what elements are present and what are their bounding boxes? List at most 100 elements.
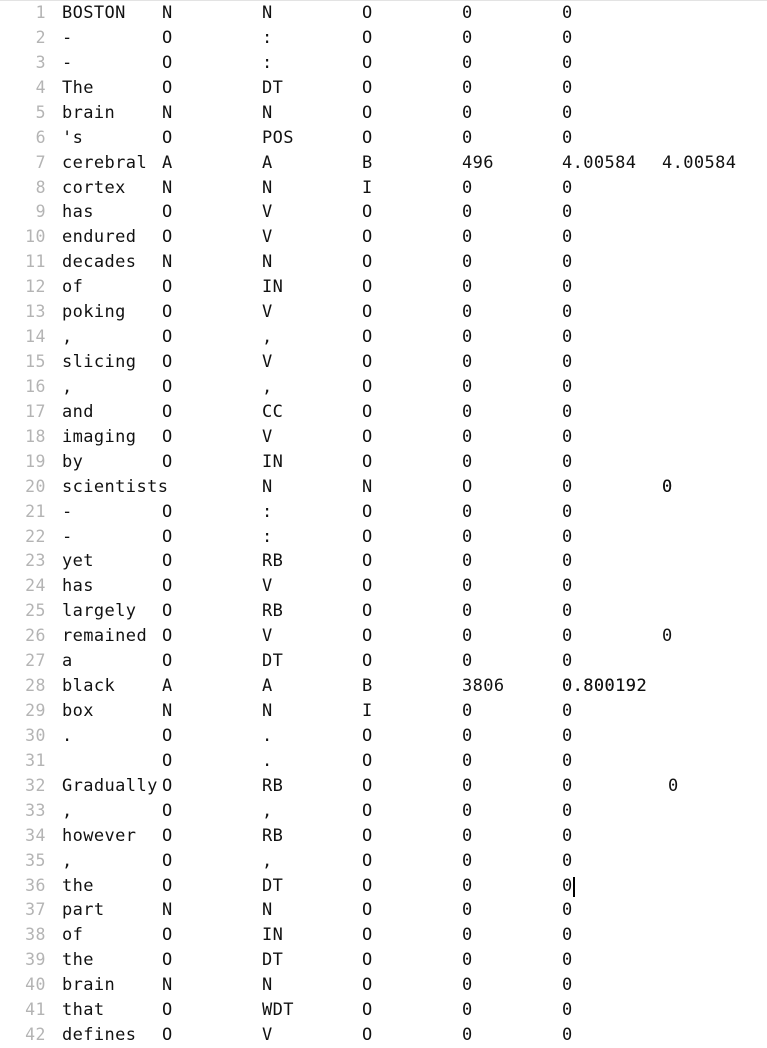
token-cell[interactable]: 0 [562, 51, 573, 76]
token-cell[interactable]: N [162, 1, 173, 26]
token-cell[interactable]: however [62, 824, 136, 849]
token-cell[interactable]: , [262, 375, 273, 400]
token-cell[interactable]: 0 [562, 599, 573, 624]
token-cell[interactable]: , [262, 849, 273, 874]
code-line[interactable]: 33, O, O 0 0 [0, 799, 767, 824]
code-line[interactable]: 2- O: O 0 0 [0, 26, 767, 51]
token-cell[interactable]: V [262, 624, 273, 649]
code-line[interactable]: 37 part N N O 0 0 [0, 898, 767, 923]
code-line[interactable]: 10 endured O V O 0 0 [0, 225, 767, 250]
token-cell[interactable]: O [362, 225, 373, 250]
token-cell[interactable]: V [262, 1023, 273, 1048]
token-cell[interactable]: 0 [462, 101, 473, 126]
code-line[interactable]: 16, O, O 0 0 [0, 375, 767, 400]
token-cell[interactable]: O [162, 200, 173, 225]
token-cell[interactable]: , [62, 375, 73, 400]
token-cell[interactable]: O [362, 275, 373, 300]
token-cell[interactable]: box [62, 699, 94, 724]
token-cell[interactable]: DT [262, 874, 283, 899]
token-cell[interactable]: 0 [562, 1023, 573, 1048]
token-cell[interactable]: - [62, 26, 73, 51]
code-line[interactable]: 30. O. O 0 0 [0, 724, 767, 749]
code-line[interactable]: 28 black A A B 3806 0.800192 0.800192 [0, 674, 767, 699]
token-cell[interactable]: O [362, 574, 373, 599]
token-cell[interactable]: N [162, 898, 173, 923]
token-cell[interactable]: O [162, 849, 173, 874]
token-cell[interactable]: O [362, 948, 373, 973]
code-line[interactable]: 20 scientists N N O 0 0 0 [0, 475, 767, 500]
token-cell[interactable]: O [362, 1, 373, 26]
code-line[interactable]: 29 box N N I 0 0 [0, 699, 767, 724]
token-cell[interactable]: 0 [562, 325, 573, 350]
code-line[interactable]: 21- O: O 0 0 [0, 500, 767, 525]
token-cell[interactable]: B [362, 151, 373, 176]
code-line[interactable]: 27 a O DT O 0 0 [0, 649, 767, 674]
token-cell[interactable]: 0 [562, 475, 573, 500]
token-cell[interactable]: 4.00584 [562, 151, 636, 176]
token-cell[interactable]: 0 [562, 849, 573, 874]
token-cell[interactable]: 0 [562, 26, 573, 51]
code-line[interactable]: 3- O: O 0 0 [0, 51, 767, 76]
token-cell[interactable]: , [62, 325, 73, 350]
token-cell[interactable]: N [262, 898, 273, 923]
token-cell[interactable]: O [362, 998, 373, 1023]
token-cell[interactable]: 0 [562, 425, 573, 450]
token-cell[interactable]: 0 [462, 500, 473, 525]
token-cell[interactable]: 0 [462, 525, 473, 550]
token-cell[interactable]: O [362, 799, 373, 824]
token-cell[interactable]: O [362, 549, 373, 574]
token-cell[interactable]: . [262, 749, 273, 774]
token-cell[interactable]: O [162, 400, 173, 425]
token-cell[interactable]: 0 [462, 948, 473, 973]
token-cell[interactable]: O [362, 325, 373, 350]
code-line[interactable]: 32 Gradually O RB O 0 0 0 [0, 774, 767, 799]
token-cell[interactable]: 0 [462, 126, 473, 151]
token-cell[interactable]: 0 [562, 350, 573, 375]
token-cell[interactable]: 0 [562, 176, 573, 201]
token-cell[interactable]: RB [262, 824, 283, 849]
token-cell[interactable]: scientists [62, 475, 168, 500]
token-cell[interactable]: RB [262, 774, 283, 799]
token-cell[interactable]: 0 [562, 200, 573, 225]
token-cell[interactable]: 0 [562, 973, 573, 998]
token-cell[interactable]: N [162, 250, 173, 275]
token-cell[interactable]: O [162, 350, 173, 375]
token-cell[interactable]: , [62, 799, 73, 824]
token-cell[interactable]: . [62, 724, 73, 749]
token-cell[interactable]: O [162, 724, 173, 749]
token-cell[interactable]: 0 [462, 998, 473, 1023]
token-cell[interactable]: 0 [462, 225, 473, 250]
token-cell[interactable]: 0 [562, 300, 573, 325]
token-cell[interactable]: 0 [562, 624, 573, 649]
token-cell[interactable]: O [362, 749, 373, 774]
token-cell[interactable]: 0 [462, 1023, 473, 1048]
token-cell[interactable]: 0 [562, 724, 573, 749]
token-cell[interactable]: brain [62, 973, 115, 998]
token-cell[interactable]: 0 [562, 948, 573, 973]
code-line[interactable]: 17 and O CC O 0 0 [0, 400, 767, 425]
token-cell[interactable]: black [62, 674, 115, 699]
token-cell[interactable]: 0 [462, 574, 473, 599]
token-cell[interactable]: 0 [562, 400, 573, 425]
token-cell[interactable]: 0 [462, 200, 473, 225]
code-line[interactable]: 41 that O WDT O 0 0 [0, 998, 767, 1023]
token-cell[interactable]: O [162, 51, 173, 76]
token-cell[interactable]: O [162, 599, 173, 624]
token-cell[interactable]: I [362, 699, 373, 724]
token-cell[interactable]: 0 [462, 325, 473, 350]
token-cell[interactable]: 0 [462, 350, 473, 375]
token-cell[interactable]: DT [262, 76, 283, 101]
token-cell[interactable]: DT [262, 948, 283, 973]
token-cell[interactable]: cortex [62, 176, 126, 201]
token-cell[interactable]: O [362, 126, 373, 151]
token-cell[interactable]: N [262, 699, 273, 724]
token-cell[interactable]: 0 [562, 126, 573, 151]
token-cell[interactable]: 0 [462, 300, 473, 325]
code-line[interactable]: 14, O, O 0 0 [0, 325, 767, 350]
token-cell[interactable]: O [362, 350, 373, 375]
token-cell[interactable]: O [362, 724, 373, 749]
token-cell[interactable]: O [362, 1023, 373, 1048]
token-cell[interactable]: IN [262, 923, 283, 948]
code-line[interactable]: 26 remained O V O 0 0 0 [0, 624, 767, 649]
token-cell[interactable]: brain [62, 101, 115, 126]
